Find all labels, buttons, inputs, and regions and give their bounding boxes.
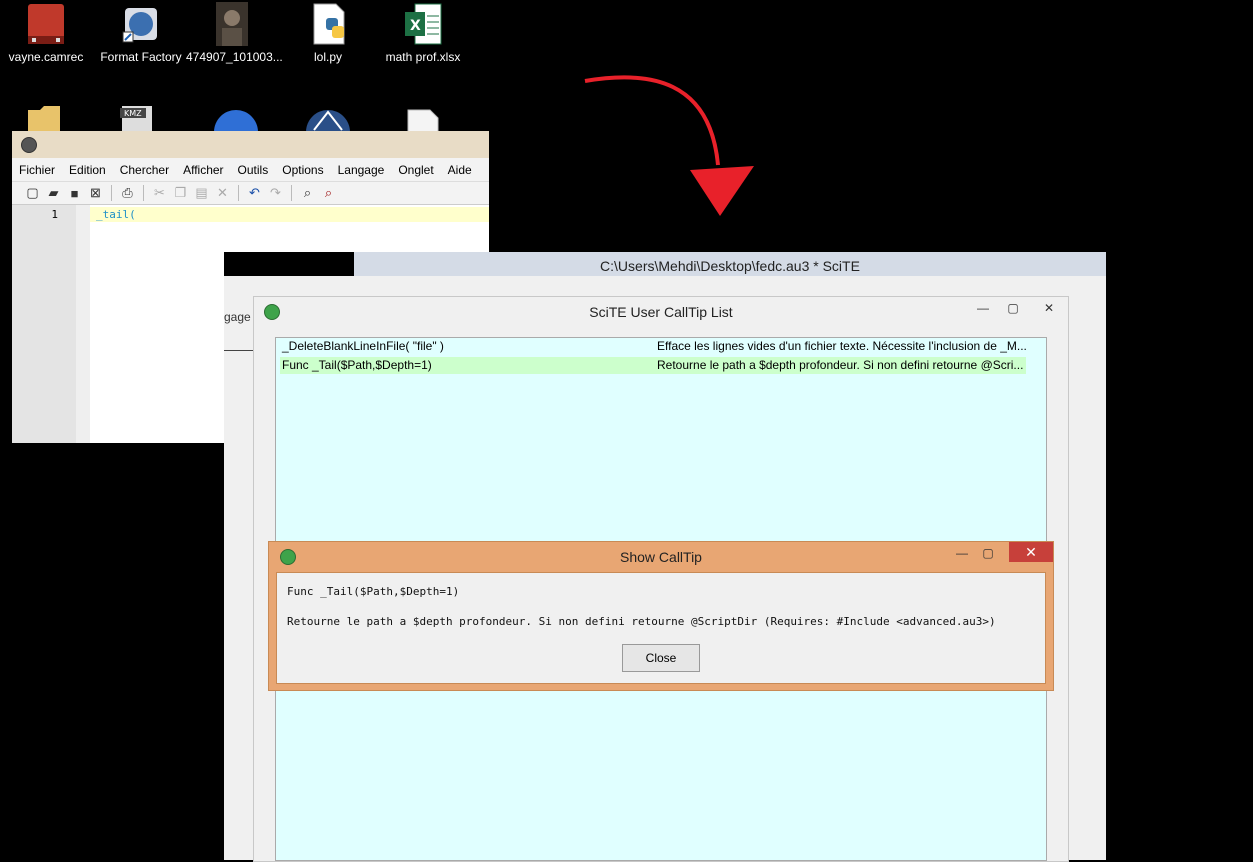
menu-outils[interactable]: Outils — [231, 163, 276, 177]
dialog-title: Show CallTip — [620, 549, 702, 565]
maximize-button[interactable]: ▢ — [973, 542, 1003, 563]
menu-fragment[interactable]: gage — [224, 310, 251, 324]
desktop-icon-label: math prof.xlsx — [385, 50, 461, 64]
close-button[interactable]: Close — [622, 644, 700, 672]
minimize-button[interactable]: — — [968, 297, 998, 318]
list-item-desc: Efface les lignes vides d'un fichier tex… — [657, 339, 1027, 353]
calltip-list-title-bar[interactable]: SciTE User CallTip List — ▢ ✕ — [254, 297, 1068, 327]
desktop-icon-label: lol.py — [313, 50, 342, 64]
menu-options[interactable]: Options — [275, 163, 330, 177]
desktop-icon-photo[interactable]: 474907_101003... — [186, 2, 283, 64]
editor-menu-bar: Fichier Edition Chercher Afficher Outils… — [12, 158, 489, 182]
scite-app-icon — [21, 137, 37, 153]
video-file-icon — [24, 2, 68, 46]
cut-icon[interactable]: ✂ — [151, 185, 168, 202]
code-line[interactable]: _tail( — [90, 207, 489, 222]
list-item-desc: Retourne le path a $depth profondeur. Si… — [657, 358, 1024, 372]
desktop-icon-label: Format Factory — [100, 50, 182, 64]
copy-icon[interactable]: ❐ — [172, 185, 189, 202]
delete-icon[interactable]: ✕ — [214, 185, 231, 202]
desktop-icon-vayne[interactable]: vayne.camrec — [0, 2, 92, 64]
calltip-signature: Func _Tail($Path,$Depth=1) — [287, 585, 460, 598]
list-item[interactable]: _DeleteBlankLineInFile( "file" ) Efface … — [280, 338, 1027, 355]
line-number: 1 — [51, 208, 58, 221]
list-item-selected[interactable]: Func _Tail($Path,$Depth=1) Retourne le p… — [280, 357, 1026, 374]
desktop-icon-label: vayne.camrec — [8, 50, 84, 64]
menu-langage[interactable]: Langage — [331, 163, 392, 177]
menu-afficher[interactable]: Afficher — [176, 163, 230, 177]
menu-fichier[interactable]: Fichier — [12, 163, 62, 177]
undo-icon[interactable]: ↶ — [246, 185, 263, 202]
toolbar-separator — [111, 185, 112, 201]
close-window-button[interactable]: ✕ — [1034, 297, 1064, 318]
excel-file-icon: X — [401, 2, 445, 46]
desktop-icon-format-factory[interactable]: Format Factory — [95, 2, 187, 64]
photo-file-icon — [210, 2, 254, 46]
maximize-button[interactable]: ▢ — [998, 297, 1028, 318]
calltip-list-title: SciTE User CallTip List — [589, 304, 733, 320]
python-file-icon — [306, 2, 350, 46]
desktop-icon-label: 474907_101003... — [186, 50, 283, 64]
close-window-button[interactable]: ✕ — [1009, 542, 1053, 562]
svg-text:KMZ: KMZ — [124, 109, 142, 118]
calltip-description: Retourne le path a $depth profondeur. Si… — [287, 615, 996, 628]
list-item-func: Func _Tail($Path,$Depth=1) — [282, 358, 432, 372]
toolbar-separator — [291, 185, 292, 201]
toolbar-separator — [238, 185, 239, 201]
desktop-edge-text — [0, 130, 12, 380]
print-icon[interactable]: ⎙ — [119, 185, 136, 202]
replace-icon[interactable]: ⌕ — [320, 185, 337, 202]
title-bar-dark-area — [224, 252, 354, 276]
dialog-title-bar[interactable]: Show CallTip — ▢ ✕ — [269, 542, 1053, 570]
desktop-icon-math-prof[interactable]: X math prof.xlsx — [377, 2, 469, 64]
show-calltip-dialog[interactable]: Show CallTip — ▢ ✕ Func _Tail($Path,$Dep… — [268, 541, 1054, 691]
dialog-body: Func _Tail($Path,$Depth=1) Retourne le p… — [276, 572, 1046, 684]
menu-aide[interactable]: Aide — [441, 163, 479, 177]
main-window-title-bar[interactable]: C:\Users\Mehdi\Desktop\fedc.au3 * SciTE — [354, 252, 1106, 276]
open-folder-icon[interactable]: ▰ — [45, 185, 62, 202]
find-icon[interactable]: ⌕ — [299, 185, 316, 202]
menu-edition[interactable]: Edition — [62, 163, 113, 177]
menu-onglet[interactable]: Onglet — [391, 163, 440, 177]
format-factory-icon — [119, 2, 163, 46]
svg-text:X: X — [410, 18, 421, 34]
new-file-icon[interactable]: ▢ — [24, 185, 41, 202]
editor-toolbar: ▢ ▰ ■ ⊠ ⎙ ✂ ❐ ▤ ✕ ↶ ↷ ⌕ ⌕ — [12, 182, 489, 205]
list-item-func: _DeleteBlankLineInFile( "file" ) — [282, 339, 444, 353]
desktop-icon-lol-py[interactable]: lol.py — [282, 2, 374, 64]
toolbar-divider — [224, 350, 254, 351]
editor-title-bar[interactable] — [12, 131, 489, 158]
close-file-icon[interactable]: ⊠ — [87, 185, 104, 202]
save-icon[interactable]: ■ — [66, 185, 83, 202]
line-number-gutter — [12, 205, 76, 443]
menu-chercher[interactable]: Chercher — [113, 163, 176, 177]
paste-icon[interactable]: ▤ — [193, 185, 210, 202]
fold-margin — [76, 205, 90, 443]
red-arrow-annotation — [584, 75, 754, 216]
main-window-title: C:\Users\Mehdi\Desktop\fedc.au3 * SciTE — [600, 258, 860, 274]
redo-icon[interactable]: ↷ — [267, 185, 284, 202]
toolbar-separator — [143, 185, 144, 201]
